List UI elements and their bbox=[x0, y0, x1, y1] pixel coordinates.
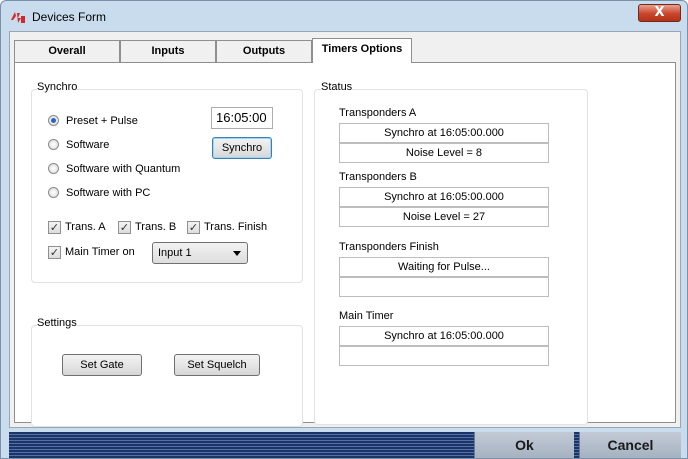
trans-a-checkbox[interactable]: ✓ bbox=[48, 221, 61, 234]
main-timer-label: Main Timer on bbox=[65, 246, 135, 258]
radio-button[interactable] bbox=[48, 139, 59, 150]
tab-label: Outputs bbox=[242, 45, 286, 57]
transponders-a-line2: Noise Level = 8 bbox=[339, 143, 549, 163]
tab-overall[interactable]: Overall bbox=[14, 40, 120, 62]
main-timer-line1: Synchro at 16:05:00.000 bbox=[339, 326, 549, 346]
footer-bar: Ok Cancel bbox=[9, 432, 681, 458]
radio-label: Software with PC bbox=[66, 187, 151, 199]
select-value: Input 1 bbox=[158, 247, 192, 259]
window-title: Devices Form bbox=[32, 10, 107, 24]
main-timer-line2 bbox=[339, 346, 549, 366]
tab-label: Timers Options bbox=[321, 43, 403, 55]
trans-b-checkbox[interactable]: ✓ bbox=[118, 221, 131, 234]
synchro-button[interactable]: Synchro bbox=[212, 137, 272, 159]
chevron-down-icon bbox=[233, 251, 241, 256]
cancel-button[interactable]: Cancel bbox=[579, 432, 681, 458]
synchro-group-label: Synchro bbox=[37, 81, 78, 93]
devices-app-icon bbox=[10, 10, 26, 24]
transponders-b-line2: Noise Level = 27 bbox=[339, 207, 549, 227]
settings-group bbox=[31, 325, 303, 427]
button-label: Set Squelch bbox=[187, 359, 247, 371]
title-bar[interactable]: Devices Form X bbox=[1, 1, 687, 31]
tab-timers-options[interactable]: Timers Options bbox=[312, 38, 412, 63]
transponders-b-line1: Synchro at 16:05:00.000 bbox=[339, 187, 549, 207]
tab-label: Inputs bbox=[151, 45, 185, 57]
radio-label: Software bbox=[66, 139, 110, 151]
transponders-a-line1: Synchro at 16:05:00.000 bbox=[339, 123, 549, 143]
main-timer-checkbox[interactable]: ✓ bbox=[48, 246, 61, 259]
button-label: Set Gate bbox=[80, 359, 124, 371]
close-icon: X bbox=[654, 5, 665, 20]
button-label: Synchro bbox=[221, 142, 263, 154]
close-button[interactable]: X bbox=[638, 4, 681, 22]
transponders-finish-line2 bbox=[339, 277, 549, 297]
transponders-finish-line1: Waiting for Pulse... bbox=[339, 257, 549, 277]
button-label: Cancel bbox=[607, 437, 654, 453]
set-gate-button[interactable]: Set Gate bbox=[62, 354, 142, 376]
tab-label: Overall bbox=[48, 45, 86, 57]
trans-a-label: Trans. A bbox=[65, 221, 106, 233]
transponders-finish-title: Transponders Finish bbox=[339, 241, 439, 253]
radio-label: Preset + Pulse bbox=[66, 115, 138, 127]
tab-inputs[interactable]: Inputs bbox=[120, 40, 216, 62]
set-squelch-button[interactable]: Set Squelch bbox=[174, 354, 260, 376]
client-area: Overall Inputs Outputs Timers Options Sy… bbox=[9, 31, 681, 428]
settings-group-label: Settings bbox=[37, 317, 77, 329]
trans-b-label: Trans. B bbox=[135, 221, 177, 233]
tab-outputs[interactable]: Outputs bbox=[216, 40, 312, 62]
status-content: Transponders A Synchro at 16:05:00.000 N… bbox=[313, 63, 573, 423]
time-value: 16:05:00 bbox=[216, 110, 267, 125]
button-label: Ok bbox=[515, 437, 534, 453]
radio-button[interactable] bbox=[48, 187, 59, 198]
trans-finish-label: Trans. Finish bbox=[204, 221, 268, 233]
timers-options-panel: Synchro Preset + Pulse Software Software… bbox=[14, 62, 676, 427]
radio-button[interactable] bbox=[48, 163, 59, 174]
main-timer-title: Main Timer bbox=[339, 310, 394, 322]
devices-form-window: Devices Form X Overall Inputs Outputs Ti… bbox=[0, 0, 688, 459]
radio-button[interactable] bbox=[48, 115, 59, 126]
ok-button[interactable]: Ok bbox=[474, 432, 574, 458]
transponders-b-title: Transponders B bbox=[339, 171, 417, 183]
synchro-time-input[interactable]: 16:05:00 bbox=[211, 107, 273, 129]
trans-finish-checkbox[interactable]: ✓ bbox=[187, 221, 200, 234]
main-timer-select[interactable]: Input 1 bbox=[152, 242, 248, 264]
radio-label: Software with Quantum bbox=[66, 163, 181, 175]
transponders-a-title: Transponders A bbox=[339, 107, 417, 119]
